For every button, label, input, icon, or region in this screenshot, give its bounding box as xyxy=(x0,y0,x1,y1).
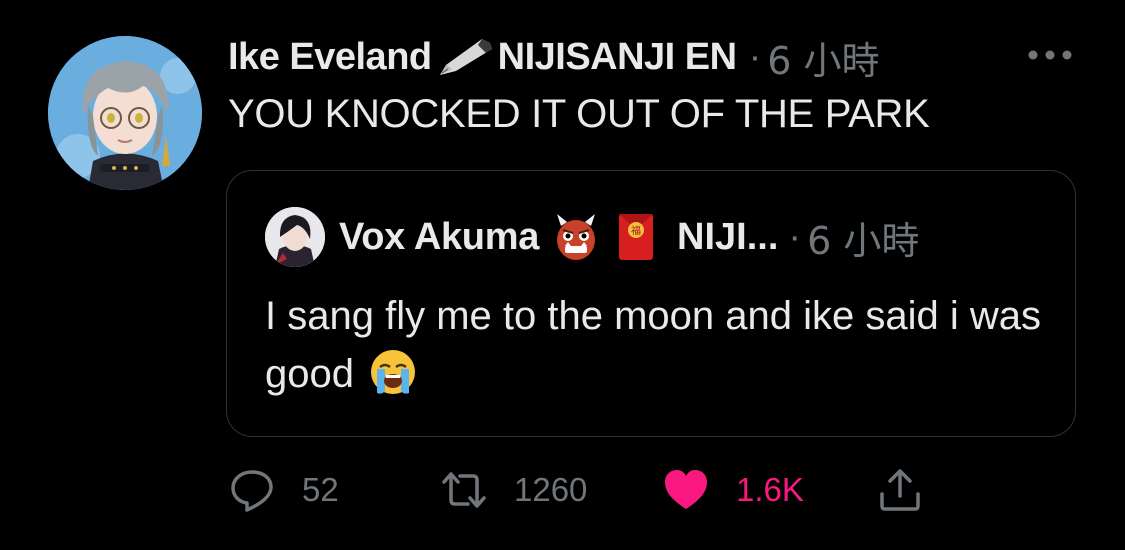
heart-icon xyxy=(665,470,707,509)
like-button[interactable]: 1.6K xyxy=(662,462,804,518)
tweet-text: YOU KNOCKED IT OUT OF THE PARK xyxy=(228,92,930,136)
loudly-crying-face-icon xyxy=(368,347,418,397)
tweet-header: Ike Eveland NIJISANJI EN · 6 小時 xyxy=(228,30,880,85)
share-button[interactable] xyxy=(876,462,924,518)
tweet[interactable]: Ike Eveland NIJISANJI EN · 6 小時 YOU KNOC… xyxy=(0,0,1125,550)
fountain-pen-icon xyxy=(434,35,496,79)
quote-author-name: Vox Akuma xyxy=(339,215,540,258)
reply-icon xyxy=(231,470,273,512)
quote-separator: · xyxy=(788,215,802,258)
svg-text:福: 福 xyxy=(631,224,641,237)
quoted-tweet[interactable]: Vox Akuma 福 NIJI... · 6 小時 I sang fly me… xyxy=(226,170,1076,437)
author-name-suffix: NIJISANJI EN xyxy=(497,35,737,78)
red-envelope-icon: 福 xyxy=(613,212,659,262)
tweet-timestamp[interactable]: 6 小時 xyxy=(767,30,879,85)
share-icon xyxy=(880,469,920,511)
quote-text: I sang fly me to the moon and ike said i… xyxy=(265,287,1045,403)
more-options-button[interactable] xyxy=(1022,40,1078,70)
reply-button[interactable]: 52 xyxy=(228,462,339,518)
quote-timestamp: 6 小時 xyxy=(807,218,920,263)
ogre-face-icon xyxy=(553,212,599,262)
retweet-icon xyxy=(442,472,486,508)
header-separator: · xyxy=(748,35,762,78)
author-name[interactable]: Ike Eveland xyxy=(228,36,432,79)
retweet-count: 1260 xyxy=(514,471,588,508)
author-avatar[interactable] xyxy=(48,36,202,190)
avatar-illustration xyxy=(48,36,202,190)
more-options-icon xyxy=(1028,50,1072,60)
quote-author-name-suffix: NIJI... xyxy=(677,215,779,258)
retweet-button[interactable]: 1260 xyxy=(440,462,587,518)
quote-author-avatar xyxy=(265,207,325,267)
like-count: 1.6K xyxy=(736,471,804,508)
tweet-actions: 52 1260 1.6K xyxy=(228,462,948,518)
quote-header: Vox Akuma 福 NIJI... · 6 小時 xyxy=(265,207,919,267)
reply-count: 52 xyxy=(302,471,339,508)
